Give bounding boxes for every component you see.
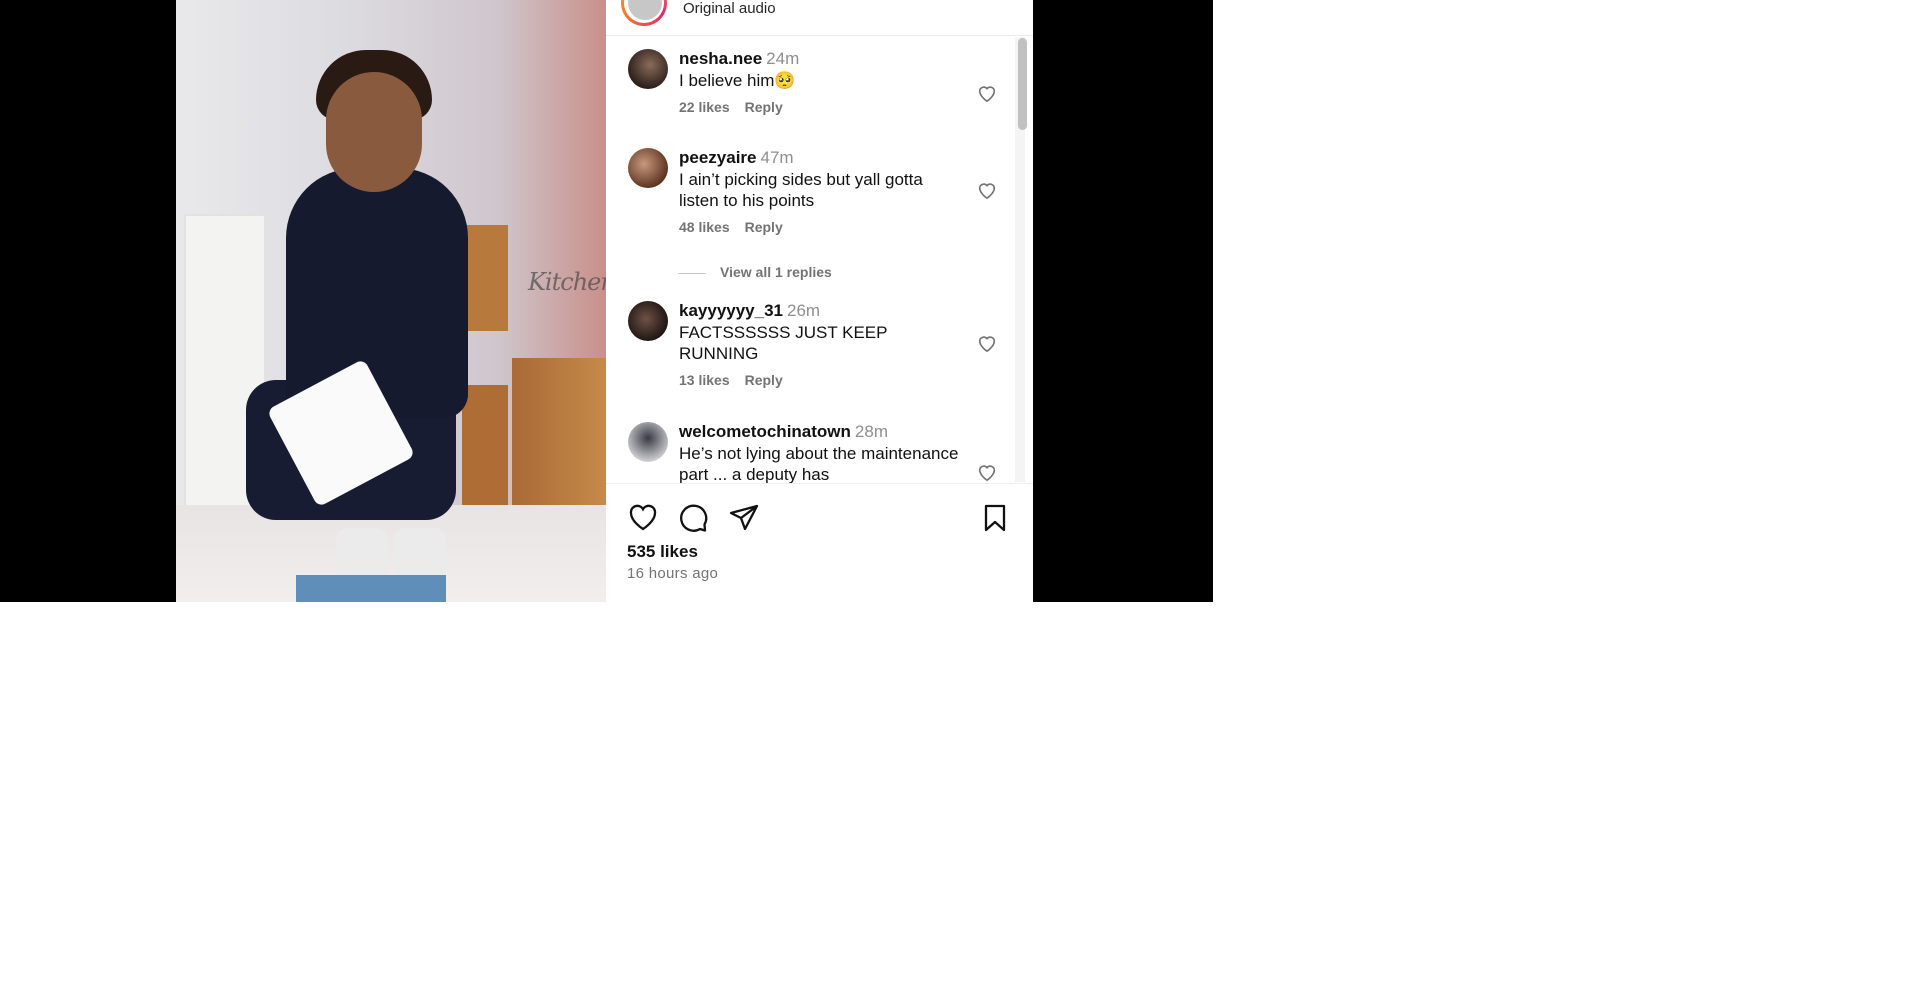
reply-button[interactable]: Reply bbox=[745, 99, 783, 115]
commenter-avatar[interactable] bbox=[628, 301, 668, 341]
scene-stool bbox=[296, 575, 446, 602]
heart-icon[interactable] bbox=[976, 333, 998, 353]
post-sidebar: Original audio nesha.nee 24m I believe hi… bbox=[606, 0, 1033, 602]
comment-time: 24m bbox=[766, 49, 800, 68]
paper-plane-icon[interactable] bbox=[728, 502, 760, 534]
comment-likes[interactable]: 22 likes bbox=[679, 99, 730, 115]
scene-cabinet bbox=[466, 225, 508, 331]
comment-text: I believe him🥺 bbox=[679, 71, 796, 90]
original-audio-link[interactable]: Original audio bbox=[683, 0, 776, 17]
comments-list[interactable]: nesha.nee 24m I believe him🥺 22 likes Repl… bbox=[606, 36, 1010, 483]
commenter-username[interactable]: nesha.nee bbox=[679, 49, 762, 68]
heart-icon[interactable] bbox=[627, 502, 659, 534]
heart-icon[interactable] bbox=[976, 462, 998, 482]
scene-wall-decor: Kitchen bbox=[528, 268, 606, 296]
post-likes-count[interactable]: 535 likes bbox=[627, 542, 698, 562]
view-replies-button[interactable]: View all 1 replies bbox=[678, 264, 832, 280]
comment-text: He’s not lying about the maintenance par… bbox=[679, 444, 959, 483]
commenter-avatar[interactable] bbox=[628, 148, 668, 188]
comments-scrollbar-thumb[interactable] bbox=[1018, 38, 1027, 130]
comment-time: 47m bbox=[760, 148, 794, 167]
heart-icon[interactable] bbox=[976, 83, 998, 103]
screenshot-area: Kitchen Original audio nesha.nee24m I be… bbox=[0, 0, 1213, 602]
video-player[interactable]: Kitchen bbox=[176, 0, 606, 602]
comment-time: 26m bbox=[787, 301, 821, 320]
view-replies-label: View all 1 replies bbox=[720, 264, 832, 280]
post-actions-bar: 535 likes 16 hours ago bbox=[606, 483, 1033, 603]
heart-icon[interactable] bbox=[976, 180, 998, 200]
commenter-username[interactable]: welcometochinatown bbox=[679, 422, 851, 441]
author-avatar[interactable] bbox=[621, 0, 667, 26]
commenter-avatar[interactable] bbox=[628, 49, 668, 89]
commenter-username[interactable]: kayyyyyy_31 bbox=[679, 301, 783, 320]
scene-person-head bbox=[326, 72, 422, 192]
comment-likes[interactable]: 48 likes bbox=[679, 219, 730, 235]
bookmark-icon[interactable] bbox=[979, 502, 1011, 534]
reply-button[interactable]: Reply bbox=[745, 219, 783, 235]
comment-text: FACTSSSSSS JUST KEEP RUNNING bbox=[679, 323, 888, 363]
replies-divider bbox=[678, 272, 706, 274]
post-timestamp[interactable]: 16 hours ago bbox=[627, 565, 718, 582]
comment-likes[interactable]: 13 likes bbox=[679, 372, 730, 388]
comment-text: I ain’t picking sides but yall gotta lis… bbox=[679, 170, 923, 210]
scene-person-hoodie bbox=[286, 168, 468, 418]
post-header: Original audio bbox=[606, 0, 1033, 36]
commenter-username[interactable]: peezyaire bbox=[679, 148, 757, 167]
reply-button[interactable]: Reply bbox=[745, 372, 783, 388]
comment-icon[interactable] bbox=[677, 502, 709, 534]
commenter-avatar[interactable] bbox=[628, 422, 668, 462]
comment-time: 28m bbox=[854, 422, 888, 441]
